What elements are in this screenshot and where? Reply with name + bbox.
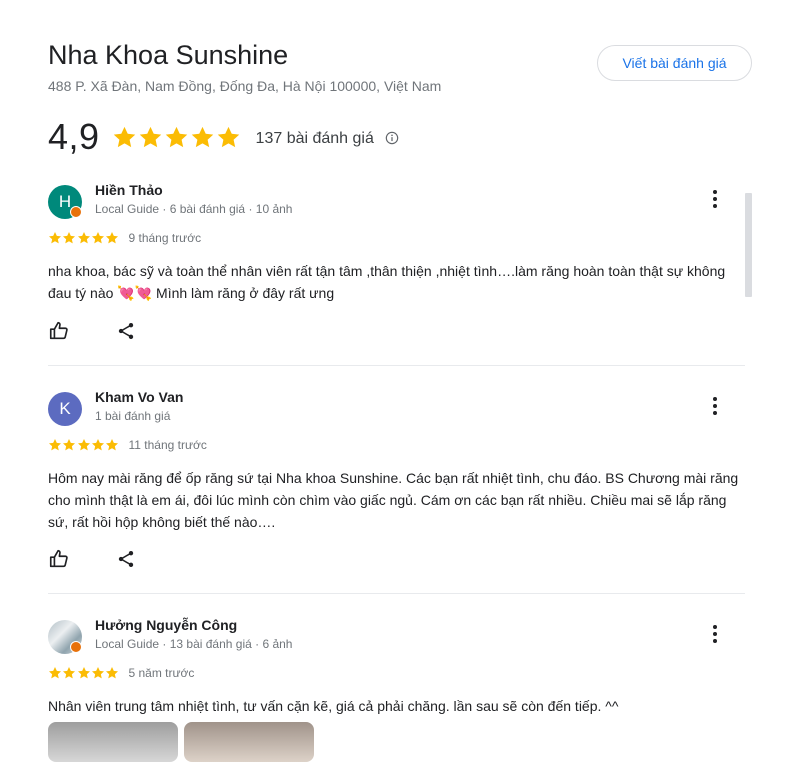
- business-address: 488 P. Xã Đàn, Nam Đồng, Đống Đa, Hà Nội…: [48, 78, 442, 94]
- review-photo[interactable]: [184, 722, 314, 762]
- review-card: K Kham Vo Van 1 bài đánh giá 11 tháng tr…: [48, 389, 745, 594]
- star-icon: [91, 232, 104, 244]
- business-title: Nha Khoa Sunshine: [48, 40, 289, 70]
- reviewer-name[interactable]: Hiền Thảo: [95, 182, 163, 198]
- review-text: Nhân viên trung tâm nhiệt tình, tư vấn c…: [48, 698, 619, 714]
- review-stars: [48, 231, 119, 245]
- info-icon[interactable]: [385, 131, 399, 145]
- review-photo[interactable]: [48, 722, 178, 762]
- more-options-icon[interactable]: [711, 189, 719, 209]
- star-icon: [113, 126, 135, 147]
- share-icon[interactable]: [116, 321, 136, 341]
- star-icon: [106, 439, 119, 451]
- local-guide-badge-icon: [70, 641, 82, 653]
- star-icon: [77, 667, 90, 679]
- reviewer-meta: Local Guide · 6 bài đánh giá · 10 ảnh: [95, 202, 293, 216]
- star-icon: [63, 667, 76, 679]
- review-text: Hôm nay mài răng để ốp răng sứ tại Nha k…: [48, 470, 739, 530]
- star-icon: [91, 439, 104, 451]
- more-options-icon[interactable]: [711, 624, 719, 644]
- star-icon: [48, 667, 62, 679]
- review-time: 5 năm trước: [128, 666, 195, 680]
- review-stars: [48, 438, 119, 452]
- review-time: 11 tháng trước: [128, 438, 207, 452]
- write-review-button[interactable]: Viết bài đánh giá: [597, 45, 752, 81]
- review-count[interactable]: 137 bài đánh giá: [256, 130, 374, 148]
- star-icon: [91, 667, 104, 679]
- review-time: 9 tháng trước: [128, 231, 202, 245]
- reviewer-name[interactable]: Hưởng Nguyễn Công: [95, 617, 237, 633]
- rating-stars: [112, 125, 242, 150]
- star-icon: [106, 232, 119, 244]
- star-icon: [48, 439, 62, 451]
- star-icon: [217, 126, 239, 147]
- star-icon: [77, 232, 90, 244]
- review-card: H Hiền Thảo Local Guide · 6 bài đánh giá…: [48, 182, 745, 366]
- more-options-icon[interactable]: [711, 396, 719, 416]
- star-icon: [77, 439, 90, 451]
- avatar[interactable]: K: [48, 392, 82, 426]
- star-icon: [191, 126, 213, 147]
- reviewer-meta: 1 bài đánh giá: [95, 409, 171, 423]
- avatar-letter: H: [58, 192, 72, 211]
- thumbs-up-icon[interactable]: [48, 548, 70, 570]
- local-guide-badge-icon: [70, 206, 82, 218]
- review-card: Hưởng Nguyễn Công Local Guide · 13 bài đ…: [48, 617, 745, 762]
- review-stars: [48, 666, 119, 680]
- star-icon: [165, 126, 187, 147]
- star-icon: [63, 439, 76, 451]
- share-icon[interactable]: [116, 549, 136, 569]
- thumbs-up-icon[interactable]: [48, 320, 70, 342]
- star-icon: [139, 126, 161, 147]
- avatar-letter: K: [59, 399, 71, 418]
- reviewer-meta: Local Guide · 13 bài đánh giá · 6 ảnh: [95, 637, 293, 651]
- divider: [48, 365, 745, 366]
- rating-value: 4,9: [48, 116, 100, 157]
- rating-summary: 4,9 137 bài đánh giá: [48, 116, 399, 158]
- star-icon: [48, 232, 62, 244]
- star-icon: [63, 232, 76, 244]
- divider: [48, 593, 745, 594]
- review-text: nha khoa, bác sỹ và toàn thể nhân viên r…: [48, 263, 726, 301]
- star-icon: [106, 667, 119, 679]
- reviewer-name[interactable]: Kham Vo Van: [95, 389, 183, 405]
